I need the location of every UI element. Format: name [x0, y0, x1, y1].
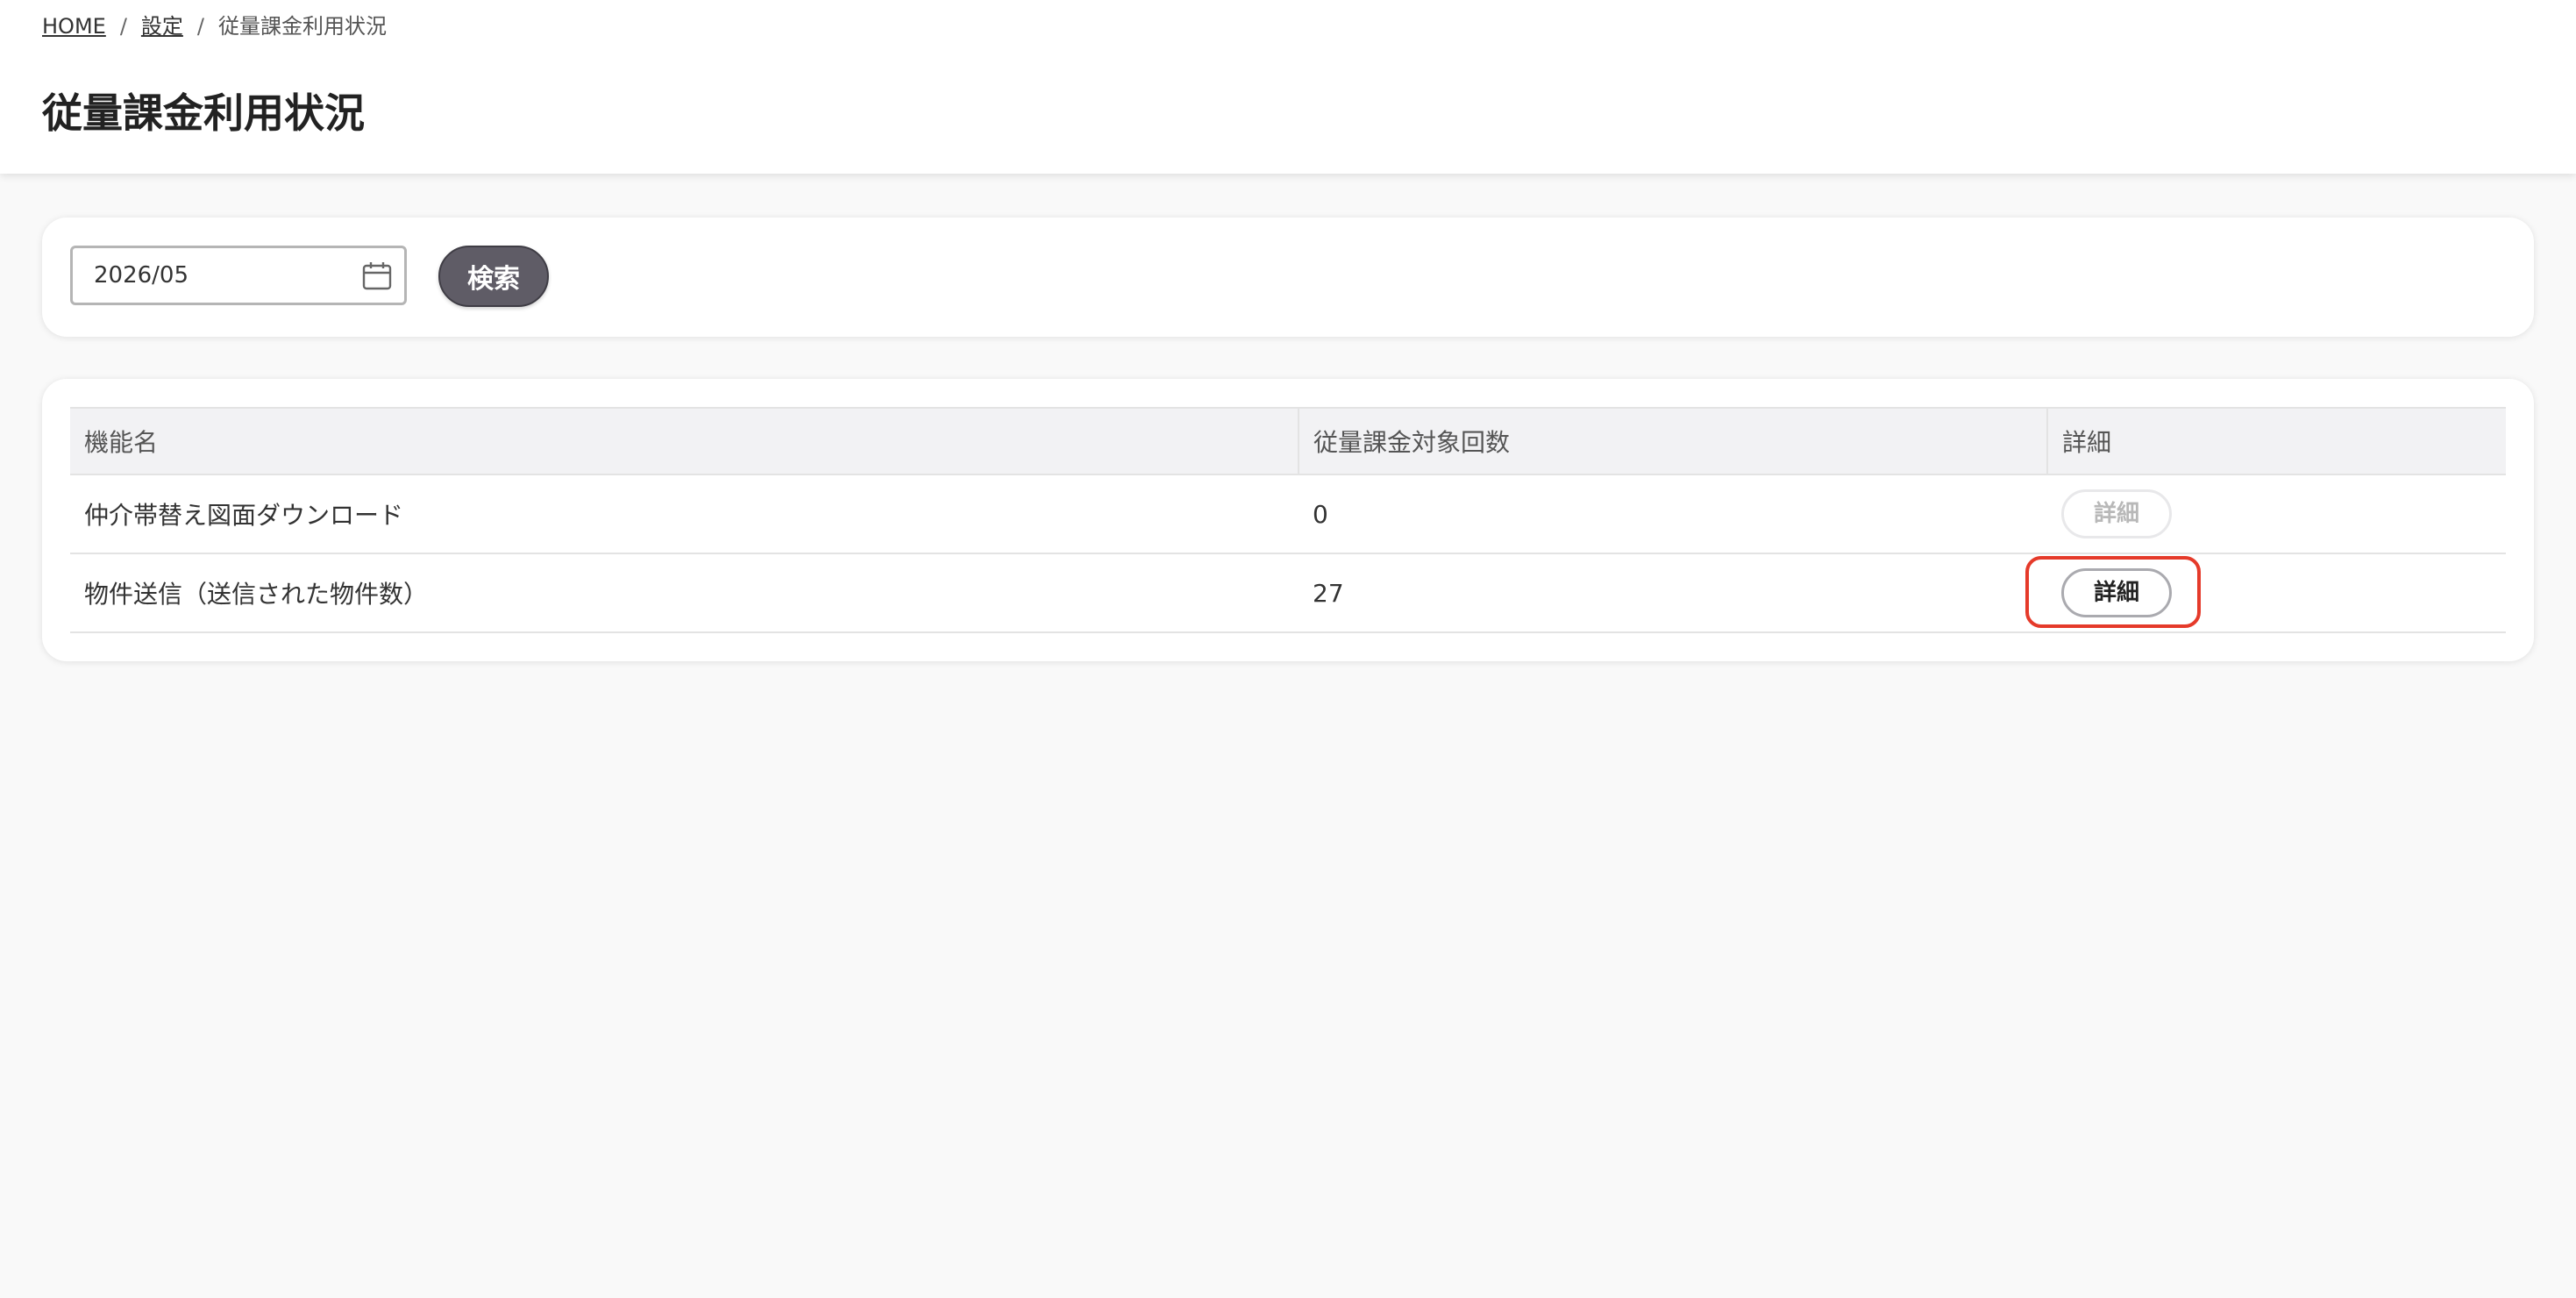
month-picker-field[interactable] [70, 246, 407, 305]
detail-cell: 詳細 [2047, 553, 2506, 633]
breadcrumb-separator: / [196, 14, 204, 39]
column-header-feature: 機能名 [70, 407, 1299, 475]
column-header-count: 従量課金対象回数 [1298, 407, 2047, 475]
search-panel: 検索 [42, 218, 2534, 337]
breadcrumb-separator: / [119, 14, 127, 39]
table-row: 物件送信（送信された物件数） 27 詳細 [70, 553, 2506, 633]
month-input[interactable] [94, 259, 339, 292]
count-cell: 0 [1299, 474, 2047, 554]
column-header-detail: 詳細 [2046, 407, 2506, 475]
usage-table-panel: 機能名 従量課金対象回数 詳細 仲介帯替え図面ダウンロード 0 詳細 物件送信（… [42, 379, 2534, 661]
page-header: HOME / 設定 / 従量課金利用状況 従量課金利用状況 [0, 0, 2576, 174]
search-button[interactable]: 検索 [438, 246, 549, 307]
table-row: 仲介帯替え図面ダウンロード 0 詳細 [70, 474, 2506, 554]
usage-table: 機能名 従量課金対象回数 詳細 仲介帯替え図面ダウンロード 0 詳細 物件送信（… [70, 407, 2506, 633]
calendar-icon[interactable] [362, 261, 392, 291]
breadcrumb: HOME / 設定 / 従量課金利用状況 [42, 11, 387, 42]
feature-name-cell: 物件送信（送信された物件数） [70, 553, 1299, 633]
table-header-row: 機能名 従量課金対象回数 詳細 [70, 407, 2506, 475]
detail-cell: 詳細 [2047, 474, 2506, 554]
detail-button[interactable]: 詳細 [2061, 568, 2172, 617]
detail-button-disabled: 詳細 [2061, 489, 2172, 538]
page-title: 従量課金利用状況 [42, 89, 365, 137]
count-cell: 27 [1299, 553, 2047, 633]
feature-name-cell: 仲介帯替え図面ダウンロード [70, 474, 1299, 554]
breadcrumb-current: 従量課金利用状況 [218, 14, 387, 39]
breadcrumb-home-link[interactable]: HOME [42, 14, 106, 39]
breadcrumb-settings-link[interactable]: 設定 [141, 14, 183, 39]
